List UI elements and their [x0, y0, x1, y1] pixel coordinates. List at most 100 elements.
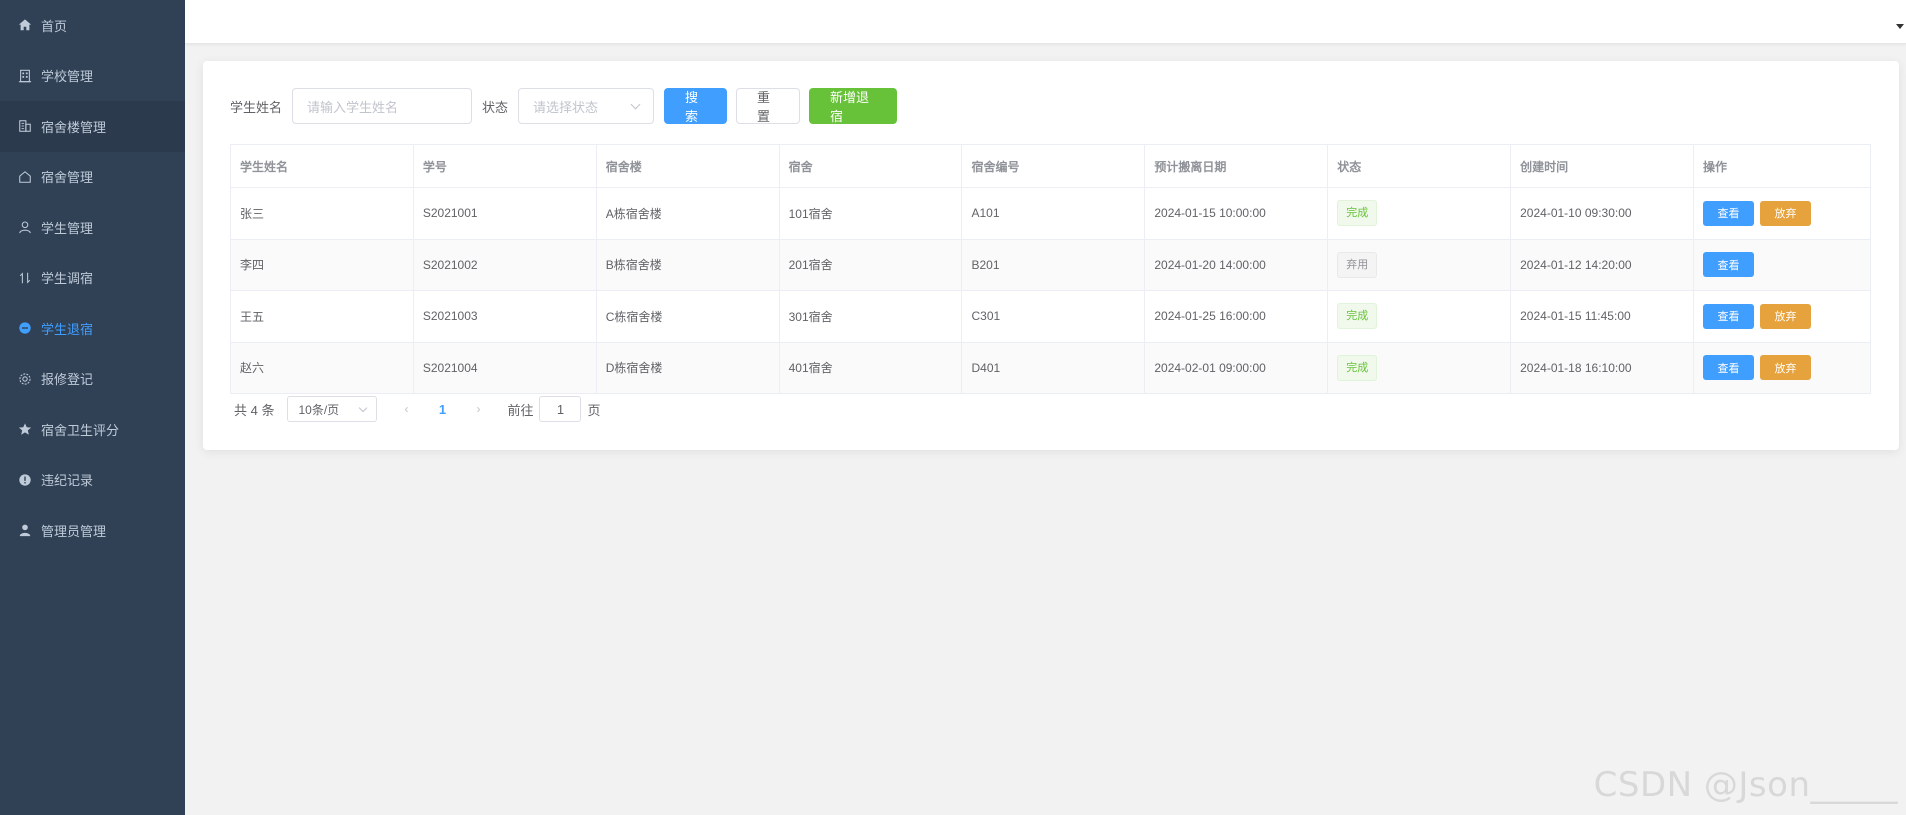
abandon-button[interactable]: 放弃	[1760, 200, 1812, 226]
page-number-current[interactable]: 1	[435, 402, 449, 417]
status-badge: 完成	[1337, 354, 1378, 381]
sidebar-item-label: 违纪记录	[41, 473, 94, 489]
page-size-value: 10条/页	[298, 402, 340, 417]
transfer-icon	[18, 271, 32, 285]
page-suffix: 页	[587, 402, 601, 418]
next-page-icon[interactable]: ›	[471, 402, 485, 416]
status-select[interactable]: 请选择状态	[518, 88, 655, 124]
sidebar-item-admin[interactable]: 管理员管理	[0, 505, 185, 556]
abandon-button[interactable]: 放弃	[1760, 355, 1812, 381]
status-badge: 完成	[1337, 200, 1378, 227]
sidebar-item-school[interactable]: 学校管理	[0, 51, 185, 102]
cell-code: A101	[961, 187, 1146, 240]
column-header: 操作	[1693, 144, 1871, 188]
column-header: 状态	[1327, 144, 1512, 188]
view-button[interactable]: 查看	[1703, 200, 1755, 226]
prev-page-icon[interactable]: ‹	[399, 402, 413, 416]
cell-room: 401宿舍	[778, 341, 963, 394]
sidebar-item-label: 学校管理	[41, 69, 94, 85]
search-form: 学生姓名 请输入学生姓名 状态 请选择状态 搜索 重置 新增退宿	[230, 88, 906, 124]
add-checkout-button[interactable]: 新增退宿	[809, 88, 898, 124]
table-header-row: 学生姓名 学号 宿舍楼 宿舍 宿舍编号 预计搬离日期 状态 创建时间 操作	[230, 144, 1871, 188]
cell-code: B201	[961, 238, 1146, 291]
column-header: 宿舍编号	[961, 144, 1146, 188]
goto-label: 前往	[507, 402, 534, 418]
cell-leave-date: 2024-02-01 09:00:00	[1144, 341, 1329, 394]
table-row: 王五 S2021003 C栋宿舍楼 301宿舍 C301 2024-01-25 …	[230, 290, 1871, 343]
page-size-select[interactable]: 10条/页	[287, 396, 378, 422]
table-row: 李四 S2021002 B栋宿舍楼 201宿舍 B201 2024-01-20 …	[230, 238, 1871, 291]
cell-name: 赵六	[230, 341, 414, 394]
cell-room: 201宿舍	[778, 238, 963, 291]
star-icon	[18, 422, 32, 436]
cell-name: 张三	[230, 187, 414, 240]
warning-circle-icon	[18, 473, 32, 487]
sidebar-item-dorm[interactable]: 宿舍管理	[0, 152, 185, 203]
sidebar-item-checkout[interactable]: 学生退宿	[0, 303, 185, 354]
cell-room: 301宿舍	[778, 290, 963, 343]
cell-id: S2021002	[412, 238, 597, 291]
sidebar-item-label: 学生调宿	[41, 271, 94, 287]
student-name-input[interactable]: 请输入学生姓名	[292, 88, 473, 124]
sidebar-item-label: 报修登记	[41, 372, 94, 388]
status-badge: 完成	[1337, 303, 1378, 330]
sidebar-item-hygiene[interactable]: 宿舍卫生评分	[0, 404, 185, 455]
cell-leave-date: 2024-01-15 10:00:00	[1144, 187, 1329, 240]
admin-icon	[18, 523, 32, 537]
cell-name: 王五	[230, 290, 414, 343]
column-header: 学号	[412, 144, 597, 188]
sidebar-item-label: 管理员管理	[41, 523, 107, 539]
cell-status: 完成	[1327, 290, 1512, 343]
cell-leave-date: 2024-01-20 14:00:00	[1144, 238, 1329, 291]
column-header: 宿舍	[778, 144, 963, 188]
minus-circle-icon	[18, 321, 32, 335]
student-name-label: 学生姓名	[230, 99, 283, 115]
sidebar-item-label: 学生管理	[41, 220, 94, 236]
chevron-down-icon	[359, 403, 368, 412]
main-card: 学生姓名 请输入学生姓名 状态 请选择状态 搜索 重置 新增退宿 学生姓名 学号…	[203, 61, 1899, 450]
cell-created: 2024-01-15 11:45:00	[1510, 290, 1695, 343]
sidebar-item-label: 学生退宿	[41, 321, 94, 337]
cell-building: B栋宿舍楼	[595, 238, 780, 291]
view-button[interactable]: 查看	[1703, 303, 1755, 329]
sidebar-item-home[interactable]: 首页	[0, 0, 185, 51]
cell-code: C301	[961, 290, 1146, 343]
column-header: 学生姓名	[230, 144, 414, 188]
chevron-down-icon	[630, 99, 641, 109]
cell-id: S2021001	[412, 187, 597, 240]
building-icon	[18, 119, 32, 133]
sidebar: 首页 学校管理 宿舍楼管理 宿舍管理 学生管理 学生调宿 学生退宿 报修登记 宿…	[0, 0, 185, 815]
view-button[interactable]: 查看	[1703, 355, 1755, 381]
goto-page-input[interactable]: 1	[539, 396, 582, 422]
table-row: 张三 S2021001 A栋宿舍楼 101宿舍 A101 2024-01-15 …	[230, 187, 1871, 240]
cell-actions: 查看	[1693, 238, 1871, 291]
cell-actions: 查看 放弃	[1693, 290, 1871, 343]
cell-actions: 查看 放弃	[1693, 341, 1871, 394]
column-header: 宿舍楼	[595, 144, 780, 188]
cell-building: D栋宿舍楼	[595, 341, 780, 394]
search-button[interactable]: 搜索	[664, 88, 728, 124]
sidebar-item-violation[interactable]: 违纪记录	[0, 455, 185, 506]
cell-actions: 查看 放弃	[1693, 187, 1871, 240]
column-header: 创建时间	[1510, 144, 1695, 188]
house-icon	[18, 170, 32, 184]
sidebar-item-repair[interactable]: 报修登记	[0, 354, 185, 405]
cell-building: A栋宿舍楼	[595, 187, 780, 240]
reset-button[interactable]: 重置	[736, 88, 801, 124]
status-placeholder: 请选择状态	[533, 99, 599, 115]
caret-down-icon[interactable]	[1896, 24, 1904, 29]
cell-id: S2021004	[412, 341, 597, 394]
sidebar-item-transfer[interactable]: 学生调宿	[0, 253, 185, 304]
sidebar-item-label: 宿舍楼管理	[41, 119, 107, 135]
cell-created: 2024-01-18 16:10:00	[1510, 341, 1695, 394]
status-label: 状态	[482, 99, 509, 115]
cell-created: 2024-01-12 14:20:00	[1510, 238, 1695, 291]
abandon-button[interactable]: 放弃	[1760, 303, 1812, 329]
gear-icon	[18, 372, 32, 386]
sidebar-item-student[interactable]: 学生管理	[0, 202, 185, 253]
view-button[interactable]: 查看	[1703, 252, 1755, 278]
sidebar-item-label: 宿舍管理	[41, 170, 94, 186]
sidebar-item-building[interactable]: 宿舍楼管理	[0, 101, 185, 152]
pagination-total: 共 4 条	[234, 402, 275, 418]
status-badge: 弃用	[1337, 251, 1378, 278]
